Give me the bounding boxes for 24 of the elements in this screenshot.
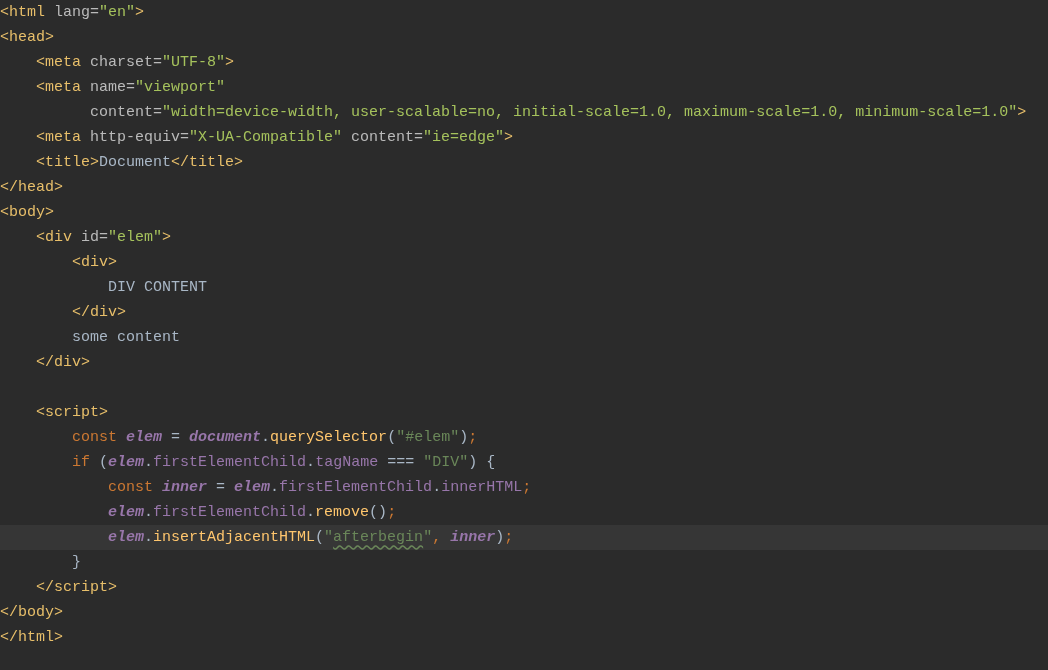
code-line: DIV CONTENT xyxy=(107,278,209,298)
code-line: </div> xyxy=(71,303,128,323)
code-line: <head> xyxy=(0,28,55,48)
code-line: <div id="elem"> xyxy=(35,228,173,248)
code-line: </html> xyxy=(0,628,64,648)
code-line: some content xyxy=(71,328,182,348)
code-line: const inner = elem.firstElementChild.innerHTML; xyxy=(107,478,533,498)
code-line: </script> xyxy=(35,578,119,598)
code-line: } xyxy=(71,553,82,573)
code-line: if (elem.firstElementChild.tagName === "DIV") { xyxy=(71,453,497,473)
code-line: </body> xyxy=(0,603,64,623)
code-line: </head> xyxy=(0,178,64,198)
code-line: <meta name="viewport" xyxy=(35,78,227,98)
code-line: <script> xyxy=(35,403,110,423)
code-line: <div> xyxy=(71,253,119,273)
code-line: <meta http-equiv="X-UA-Compatible" content="ie=edge"> xyxy=(35,128,515,148)
code-line: elem.firstElementChild.remove(); xyxy=(107,503,398,523)
code-line: <html lang="en"> xyxy=(0,3,146,23)
code-line: <body> xyxy=(0,203,55,223)
code-line: const elem = document.querySelector("#elem"); xyxy=(71,428,479,448)
code-line: content="width=device-width, user-scalable=no, initial-scale=1.0, maximum-scale=1.0, minimum-scale=1.0"> xyxy=(89,103,1028,123)
code-line: <meta charset="UTF-8"> xyxy=(35,53,236,73)
code-line: <title>Document</title> xyxy=(35,153,245,173)
code-line: </div> xyxy=(35,353,91,373)
